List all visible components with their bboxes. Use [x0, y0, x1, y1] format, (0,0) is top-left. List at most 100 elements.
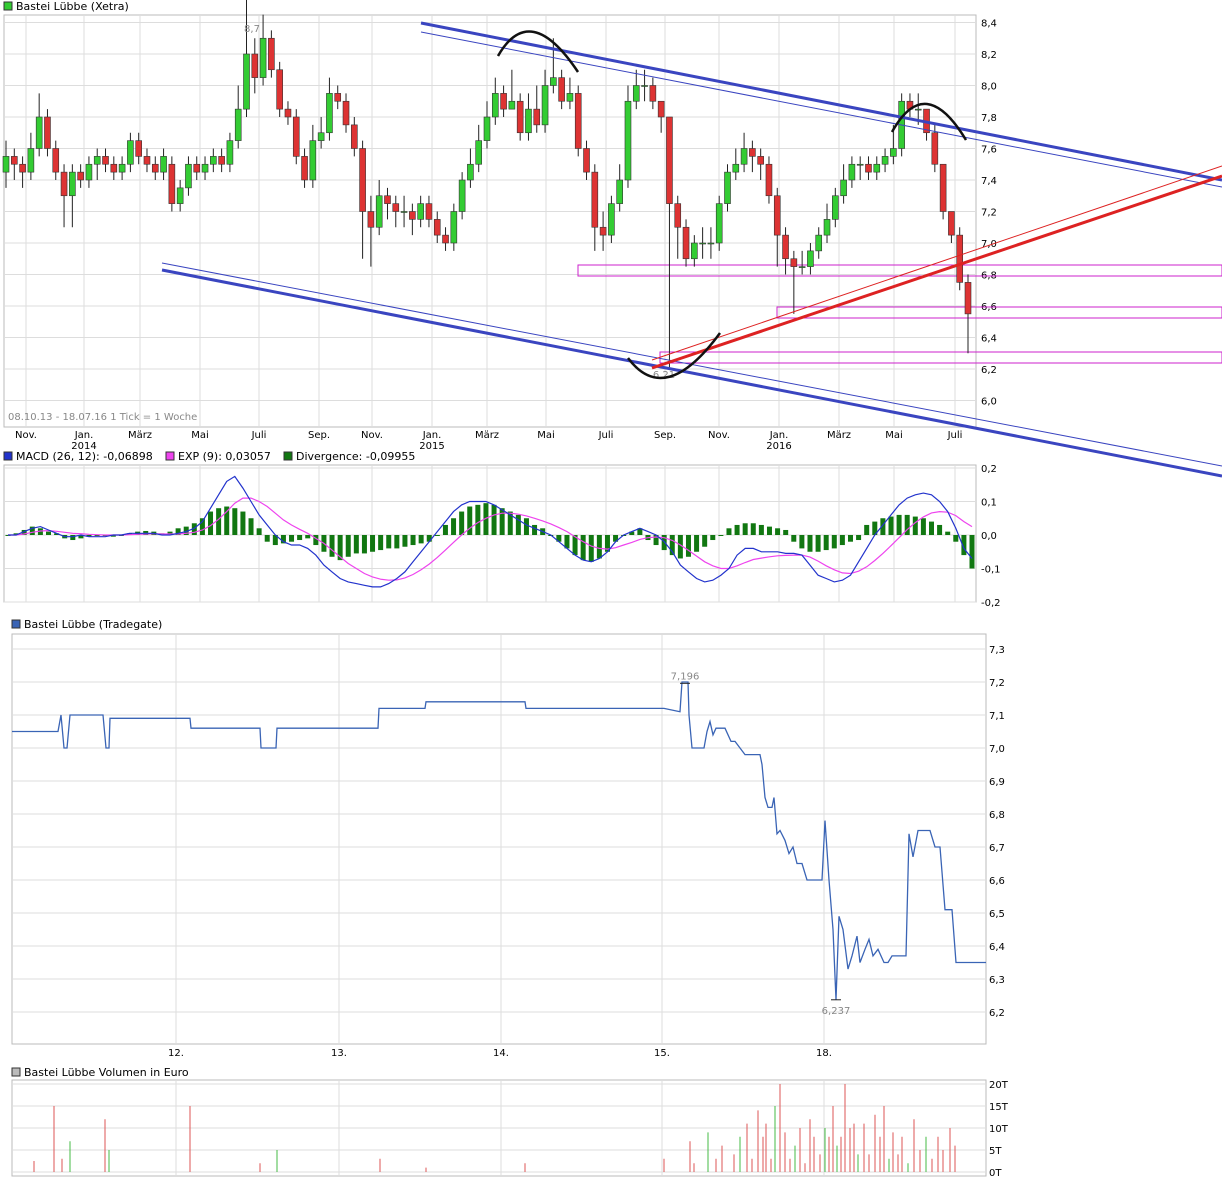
price-legend-title: Bastei Lübbe (Xetra) — [16, 0, 129, 13]
divergence-bar — [856, 535, 862, 541]
candle-body — [10, 156, 18, 165]
candle-body — [558, 77, 565, 102]
price-x-tick: Jan. — [74, 430, 94, 441]
candle-body — [964, 282, 972, 315]
candle-body — [234, 108, 242, 141]
divergence-bar — [928, 521, 934, 535]
candle-body — [624, 100, 632, 181]
divergence-bar — [896, 514, 902, 535]
candle-body — [566, 93, 574, 102]
candle-body — [699, 242, 706, 245]
candle-body — [881, 156, 889, 165]
divergence-bar — [402, 535, 408, 547]
candle-body — [591, 171, 599, 228]
divergence-bar — [799, 535, 805, 549]
candle-body — [2, 156, 10, 173]
candle-body — [931, 132, 939, 165]
divergence-bar — [839, 535, 845, 546]
divergence-bar — [969, 535, 975, 569]
candle-body — [442, 234, 449, 244]
candle-body — [682, 226, 690, 260]
candle-body — [176, 187, 184, 204]
candle-body — [798, 266, 806, 268]
divergence-bar — [588, 535, 594, 562]
price-x-year: 2015 — [419, 441, 444, 452]
candle-body — [185, 163, 192, 189]
divergence-bar — [920, 518, 926, 535]
candle-body — [143, 156, 151, 165]
divergence-bar — [378, 535, 384, 551]
candle-body — [168, 163, 176, 204]
divergence-bar — [386, 535, 392, 549]
tradegate-y-tick: 6,9 — [989, 777, 1005, 788]
candle-body — [956, 234, 964, 283]
divergence-bar — [937, 524, 943, 535]
candle-body — [276, 69, 283, 110]
price-x-tick: Nov. — [708, 430, 730, 441]
candle-body — [69, 171, 76, 197]
candle-body — [450, 211, 458, 244]
divergence-bar — [297, 535, 303, 541]
divergence-bar — [345, 535, 351, 557]
candle-body — [35, 116, 43, 149]
candle-body — [226, 140, 234, 165]
divergence-bar — [523, 518, 529, 535]
candle-body — [608, 203, 615, 236]
candle-body — [243, 53, 250, 110]
tradegate-legend-title: Bastei Lübbe (Tradegate) — [24, 618, 162, 631]
divergence-bar — [370, 535, 376, 552]
volume-y-tick: 20T — [989, 1080, 1009, 1091]
candle-body — [848, 163, 856, 181]
price-y-tick: 7,6 — [981, 145, 997, 156]
candle-body — [773, 195, 781, 236]
candle-body — [60, 171, 68, 197]
candle-body — [44, 116, 51, 149]
candle-body — [77, 171, 84, 181]
candle-body — [516, 100, 524, 134]
candle-body — [326, 93, 333, 134]
divergence-bar — [702, 535, 708, 547]
divergence-bar — [783, 529, 789, 535]
divergence-bar — [775, 528, 781, 535]
divergence-bar — [248, 518, 254, 535]
macd-legend-swatch — [283, 451, 293, 461]
price-x-tick: Juli — [598, 430, 614, 441]
candle-body — [574, 93, 582, 149]
macd-legend-swatch — [165, 451, 175, 461]
candle-body — [292, 116, 300, 157]
candle-body — [649, 85, 657, 102]
candle-body — [840, 179, 847, 197]
candle-body — [749, 148, 756, 157]
price-x-tick: Nov. — [361, 430, 383, 441]
price-x-tick: März — [128, 430, 152, 441]
candle-body — [757, 156, 764, 165]
candle-body — [890, 148, 897, 157]
divergence-bar — [888, 516, 894, 535]
candle-body — [201, 163, 209, 173]
price-y-tick: 8,0 — [981, 82, 997, 93]
divergence-bar — [434, 535, 440, 536]
candle-body — [19, 163, 26, 173]
price-footer: 08.10.13 - 18.07.16 1 Tick = 1 Woche — [8, 412, 197, 423]
candle-body — [409, 211, 416, 220]
price-x-tick: März — [827, 430, 851, 441]
candle-body — [483, 116, 491, 141]
macd-legend-label: Divergence: -0,09955 — [296, 450, 415, 463]
macd-legend-label: MACD (26, 12): -0,06898 — [16, 450, 153, 463]
divergence-bar — [353, 535, 359, 554]
price-x-tick: Nov. — [15, 430, 37, 441]
candle-body — [359, 148, 366, 212]
divergence-bar — [847, 535, 853, 542]
candle-body — [948, 211, 955, 236]
candle-body — [491, 93, 499, 118]
price-y-tick: 6,2 — [981, 365, 997, 376]
divergence-bar — [467, 506, 473, 535]
candle-body — [740, 148, 748, 165]
candle-body — [284, 108, 292, 118]
price-y-tick: 7,4 — [981, 176, 997, 187]
candle-body — [417, 203, 424, 220]
candle-body — [873, 163, 881, 173]
candle-body — [251, 53, 259, 78]
divergence-bar — [442, 524, 448, 535]
volume-y-tick: 10T — [989, 1124, 1009, 1135]
